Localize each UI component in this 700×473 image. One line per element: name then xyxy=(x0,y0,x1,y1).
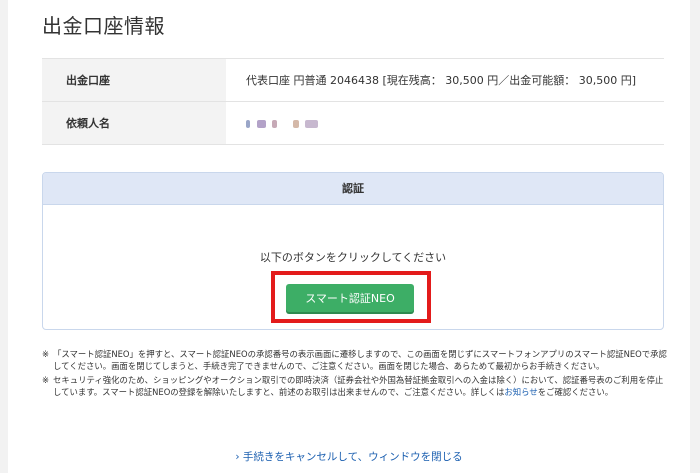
notes: ※ 「スマート認証NEO」を押すと、スマート認証NEOの承認番号の表示画面に遷移… xyxy=(42,348,670,400)
note-text-after: をご確認ください。 xyxy=(537,387,614,397)
account-value: 代表口座 円普通 2046438 [現在残高： 30,500 円／出金可能額： … xyxy=(226,58,664,102)
account-info-table: 出金口座 代表口座 円普通 2046438 [現在残高： 30,500 円／出金… xyxy=(42,58,664,145)
page-content: 出金口座情報 出金口座 代表口座 円普通 2046438 [現在残高： 30,5… xyxy=(8,0,690,473)
account-label: 出金口座 xyxy=(42,58,226,102)
page-title: 出金口座情報 xyxy=(42,14,165,38)
requester-name-redacted xyxy=(226,101,664,145)
note-mark: ※ xyxy=(42,349,50,359)
note-text: セキュリティ強化のため、ショッピングやオークション取引での即時決済（証券会社や外… xyxy=(53,374,670,398)
auth-panel: 認証 以下のボタンをクリックしてください スマート認証NEO xyxy=(42,172,664,330)
requester-label: 依頼人名 xyxy=(42,101,226,145)
auth-instruction: 以下のボタンをクリックしてください xyxy=(259,251,447,264)
note-text: 「スマート認証NEO」を押すと、スマート認証NEOの承認番号の表示画面に遷移しま… xyxy=(53,349,667,371)
note-mark: ※ xyxy=(42,375,50,385)
table-row: 出金口座 代表口座 円普通 2046438 [現在残高： 30,500 円／出金… xyxy=(42,58,664,102)
cancel-close-link[interactable]: › 手続きをキャンセルして、ウィンドウを閉じる xyxy=(8,449,690,464)
note-item: ※ 「スマート認証NEO」を押すと、スマート認証NEOの承認番号の表示画面に遷移… xyxy=(42,348,670,372)
auth-header: 認証 xyxy=(43,173,663,205)
table-row: 依頼人名 xyxy=(42,101,664,145)
note-item: ※ セキュリティ強化のため、ショッピングやオークション取引での即時決済（証券会社… xyxy=(42,374,670,398)
news-link[interactable]: お知らせ xyxy=(504,387,537,397)
smart-auth-neo-button[interactable]: スマート認証NEO xyxy=(286,284,414,312)
